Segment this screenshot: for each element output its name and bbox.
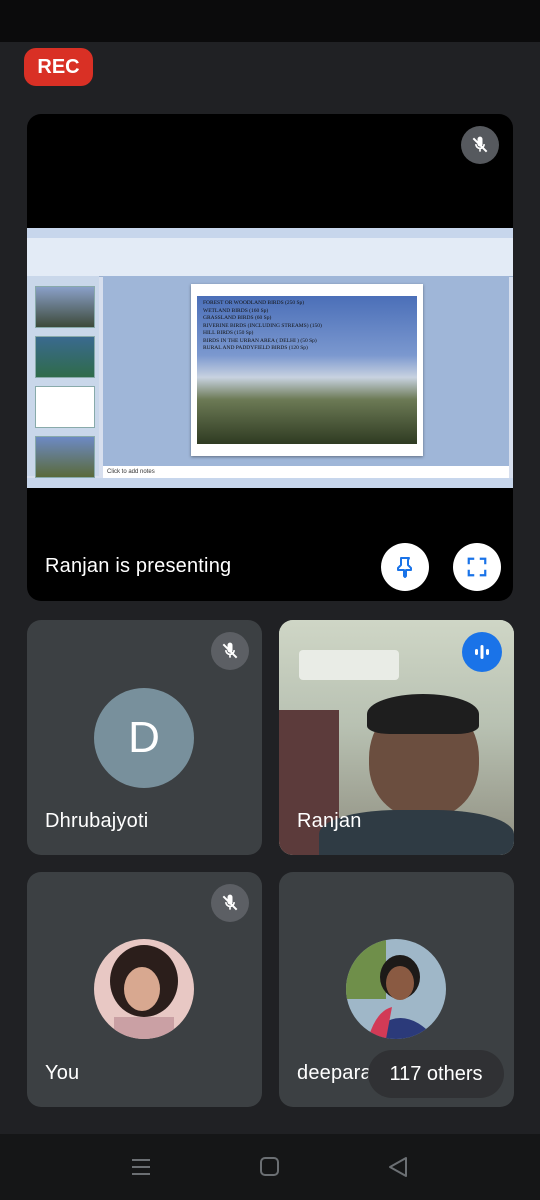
ppt-ribbon bbox=[27, 238, 513, 277]
mic-off-icon bbox=[211, 884, 249, 922]
participant-name: Dhrubajyoti bbox=[45, 810, 149, 832]
ppt-statusbar bbox=[27, 478, 513, 488]
participant-tile[interactable]: D Dhrubajyoti bbox=[27, 620, 262, 855]
slide-line: RIVERINE BIRDS (INCLUDING STREAMS) (150) bbox=[203, 322, 322, 329]
participant-name: Ranjan bbox=[297, 810, 362, 832]
status-bar bbox=[0, 0, 540, 42]
recording-badge: REC bbox=[24, 48, 93, 86]
slide-line: FOREST OR WOODLAND BIRDS (250 Sp) bbox=[203, 300, 305, 306]
avatar bbox=[346, 939, 446, 1039]
avatar: D bbox=[94, 688, 194, 788]
air-conditioner bbox=[299, 650, 399, 680]
slide-line: WETLAND BIRDS (160 Sp) bbox=[203, 307, 269, 314]
others-button[interactable]: 117 others bbox=[368, 1050, 504, 1098]
participant-name: deepara bbox=[297, 1062, 372, 1084]
person-hair bbox=[367, 694, 479, 734]
thumbnail bbox=[35, 386, 95, 428]
ppt-titlebar bbox=[27, 228, 513, 238]
notes-pane: Click to add notes bbox=[103, 466, 509, 478]
pin-button[interactable] bbox=[381, 543, 429, 591]
speaking-indicator bbox=[462, 632, 502, 672]
slide-line: RURAL AND PADDYFIELD BIRDS (120 Sp) bbox=[203, 345, 308, 351]
recent-apps-icon[interactable] bbox=[130, 1152, 152, 1182]
slide-line: BIRDS IN THE URBAN AREA ( DELHI ) (50 Sp… bbox=[203, 337, 317, 344]
slide-thumbnails bbox=[27, 276, 99, 478]
shared-screen: FOREST OR WOODLAND BIRDS (250 Sp) WETLAN… bbox=[27, 228, 513, 488]
participant-name: You bbox=[45, 1062, 80, 1084]
thumbnail bbox=[35, 436, 95, 478]
thumbnail bbox=[35, 336, 95, 378]
pin-icon bbox=[397, 557, 412, 578]
presentation-tile[interactable]: FOREST OR WOODLAND BIRDS (250 Sp) WETLAN… bbox=[27, 114, 513, 601]
slide-line: GRASSLAND BIRDS (60 Sp) bbox=[203, 315, 272, 321]
slide-line: HILL BIRDS (150 Sp) bbox=[203, 330, 254, 336]
home-icon[interactable] bbox=[259, 1152, 281, 1182]
mic-off-icon bbox=[211, 632, 249, 670]
thumbnail bbox=[35, 286, 95, 328]
mic-off-icon bbox=[461, 126, 499, 164]
audio-wave-icon bbox=[475, 645, 489, 659]
slide-text: FOREST OR WOODLAND BIRDS (250 Sp) WETLAN… bbox=[203, 300, 322, 353]
slide: FOREST OR WOODLAND BIRDS (250 Sp) WETLAN… bbox=[191, 284, 423, 456]
presenter-label: Ranjan is presenting bbox=[45, 555, 232, 577]
fullscreen-button[interactable] bbox=[453, 543, 501, 591]
participant-tile[interactable]: Ranjan bbox=[279, 620, 514, 855]
fullscreen-icon bbox=[467, 557, 487, 577]
participant-tile[interactable]: You bbox=[27, 872, 262, 1107]
back-icon[interactable] bbox=[386, 1152, 410, 1182]
avatar bbox=[94, 939, 194, 1039]
